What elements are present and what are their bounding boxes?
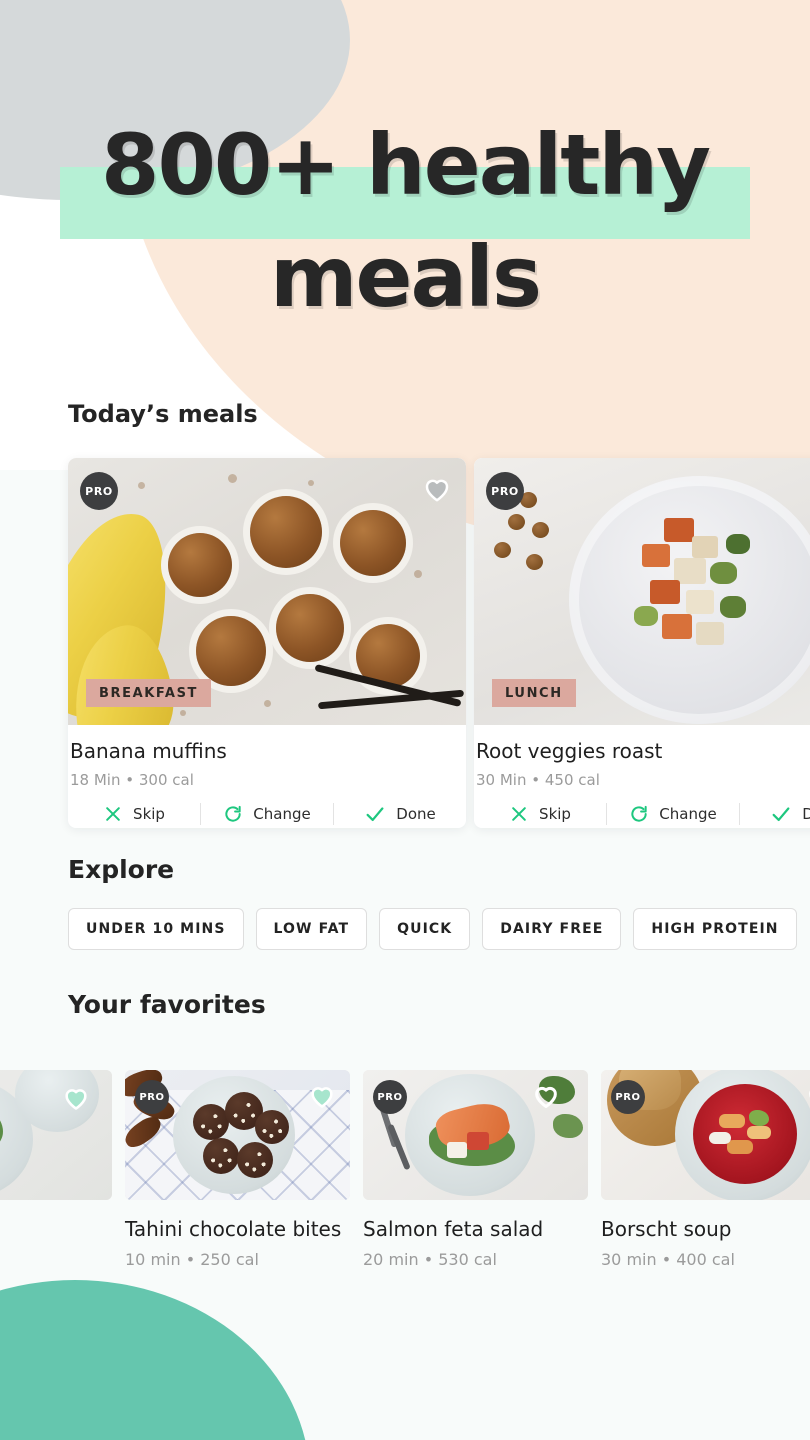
favorite-card-salmon-feta-salad[interactable]: PRO Salmon feta salad 20 min • 530 cal xyxy=(363,1070,588,1269)
favorites-rail[interactable]: a hash 00 cal PRO xyxy=(0,1070,810,1269)
favorite-meta: 10 min • 250 cal xyxy=(125,1250,259,1269)
favorite-name: a hash xyxy=(0,1217,112,1241)
meal-name: Banana muffins xyxy=(70,739,227,763)
chip-quick[interactable]: QUICK xyxy=(379,908,471,950)
skip-button[interactable]: Skip xyxy=(474,804,606,824)
skip-label: Skip xyxy=(539,805,571,823)
meal-meta: 18 Min • 300 cal xyxy=(70,771,194,789)
hero-title-line-1: 800+ healthy xyxy=(101,116,711,214)
favorite-heart-icon[interactable] xyxy=(422,474,452,504)
skip-button[interactable]: Skip xyxy=(68,804,200,824)
skip-label: Skip xyxy=(133,805,165,823)
refresh-icon xyxy=(631,805,647,822)
done-label: Done xyxy=(396,805,436,823)
done-label: Done xyxy=(802,805,810,823)
change-button[interactable]: Change xyxy=(607,804,739,824)
pro-badge-icon: PRO xyxy=(611,1080,645,1114)
favorite-heart-icon[interactable] xyxy=(806,1082,810,1110)
hero-headline: 800+ healthy meals xyxy=(0,105,810,329)
done-button[interactable]: Done xyxy=(740,803,810,825)
favorite-heart-icon[interactable] xyxy=(308,1082,336,1110)
today-meals-rail[interactable]: PRO BREAKFAST Banana muffins 18 Min • 30… xyxy=(68,458,810,828)
change-button[interactable]: Change xyxy=(201,804,333,824)
favorite-heart-icon[interactable] xyxy=(62,1084,90,1112)
favorite-card-hash[interactable]: a hash 00 cal xyxy=(0,1070,112,1269)
favorite-card-tahini-chocolate-bites[interactable]: PRO Tahini chocolate bites 10 min • 250 … xyxy=(125,1070,350,1269)
favorite-photo-borscht[interactable]: PRO xyxy=(601,1070,810,1200)
chip-high-protein[interactable]: HIGH PROTEIN xyxy=(633,908,797,950)
chip-under-10-mins[interactable]: UNDER 10 MINS xyxy=(68,908,244,950)
close-icon xyxy=(106,807,120,821)
favorite-photo-tahini[interactable]: PRO xyxy=(125,1070,350,1200)
meal-photo-banana-muffins[interactable]: PRO BREAKFAST xyxy=(68,458,466,725)
favorite-photo-hash[interactable] xyxy=(0,1070,112,1200)
favorites-heading: Your favorites xyxy=(68,990,266,1019)
favorite-name: Tahini chocolate bites xyxy=(125,1217,342,1241)
done-button[interactable]: Done xyxy=(334,803,466,825)
meal-actions: Skip Change D xyxy=(68,803,466,825)
chip-low-fat[interactable]: LOW FAT xyxy=(255,908,368,950)
favorite-name: Salmon feta salad xyxy=(363,1217,544,1241)
hero-line-2: meals xyxy=(0,225,810,329)
meal-actions: Skip Change D xyxy=(474,803,810,825)
meal-tag-breakfast: BREAKFAST xyxy=(86,679,212,707)
close-icon xyxy=(512,807,526,821)
explore-chip-list: UNDER 10 MINS LOW FAT QUICK DAIRY FREE H… xyxy=(68,908,797,950)
green-blob-shape xyxy=(0,1280,310,1440)
change-label: Change xyxy=(253,805,311,823)
check-icon xyxy=(772,807,790,822)
hero-line-1: 800+ healthy xyxy=(0,105,810,239)
pro-badge-icon: PRO xyxy=(80,472,118,510)
meal-card-root-veggies-roast[interactable]: PRO LUNCH Root veggies roast 30 Min • 45… xyxy=(474,458,810,828)
favorite-heart-icon[interactable] xyxy=(532,1082,560,1110)
explore-heading: Explore xyxy=(68,855,175,884)
refresh-icon xyxy=(225,805,241,822)
meal-body: Banana muffins 18 Min • 300 cal Skip Cha… xyxy=(68,725,466,825)
meal-tag-lunch: LUNCH xyxy=(492,679,576,707)
check-icon xyxy=(366,807,384,822)
chip-dairy-free[interactable]: DAIRY FREE xyxy=(482,908,622,950)
favorite-card-borscht-soup[interactable]: PRO Borscht soup 30 min • 400 cal xyxy=(601,1070,810,1269)
meal-photo-root-veggies-roast[interactable]: PRO LUNCH xyxy=(474,458,810,725)
pro-badge-icon: PRO xyxy=(486,472,524,510)
photo-hash xyxy=(0,1070,112,1200)
favorite-photo-salmon[interactable]: PRO xyxy=(363,1070,588,1200)
change-label: Change xyxy=(659,805,717,823)
meal-card-banana-muffins[interactable]: PRO BREAKFAST Banana muffins 18 Min • 30… xyxy=(68,458,466,828)
favorite-name: Borscht soup xyxy=(601,1217,732,1241)
hero-title-line-2: meals xyxy=(270,228,542,326)
meal-body: Root veggies roast 30 Min • 450 cal Skip xyxy=(474,725,810,825)
meal-name: Root veggies roast xyxy=(476,739,663,763)
favorite-meta: 00 cal xyxy=(0,1250,112,1269)
favorite-meta: 30 min • 400 cal xyxy=(601,1250,735,1269)
pro-badge-icon: PRO xyxy=(373,1080,407,1114)
meal-meta: 30 Min • 450 cal xyxy=(476,771,600,789)
favorite-meta: 20 min • 530 cal xyxy=(363,1250,497,1269)
today-meals-heading: Today’s meals xyxy=(68,400,258,428)
pro-badge-icon: PRO xyxy=(135,1080,169,1114)
